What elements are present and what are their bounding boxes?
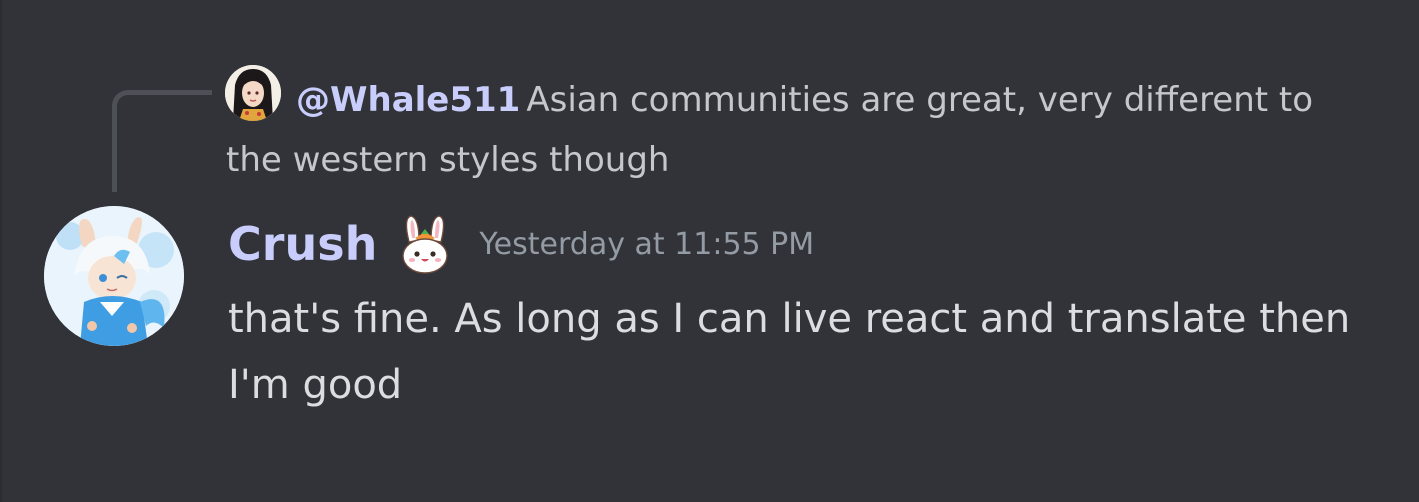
message-timestamp[interactable]: Yesterday at 11:55 PM <box>479 227 814 262</box>
reply-spine <box>112 90 212 192</box>
message-header: Crush Yesterday at 11:55 PM <box>228 212 814 276</box>
author-avatar[interactable] <box>44 206 184 346</box>
anime-bunny-avatar-icon <box>44 206 184 346</box>
reply-preview[interactable]: @Whale511 Asian communities are great, ve… <box>226 70 1376 190</box>
message-content: that's fine. As long as I can live react… <box>228 296 1351 408</box>
reply-mention[interactable]: @Whale511 <box>296 80 520 120</box>
chat-message-view: @Whale511 Asian communities are great, ve… <box>0 0 1419 502</box>
author-name[interactable]: Crush <box>228 217 377 271</box>
bunny-icon[interactable] <box>393 212 457 276</box>
